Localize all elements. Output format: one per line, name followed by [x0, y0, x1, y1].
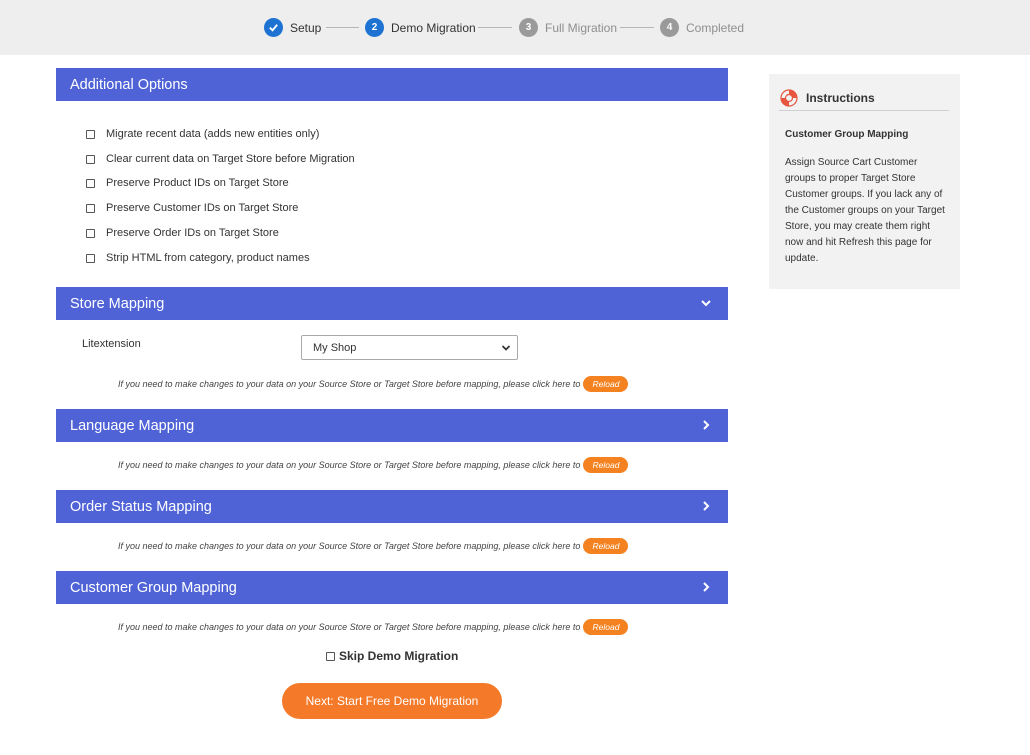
source-store-label: Litextension	[82, 338, 141, 350]
step-setup: Setup	[264, 18, 321, 37]
reload-button[interactable]: Reload	[583, 457, 629, 473]
reload-note: If you need to make changes to your data…	[118, 537, 629, 555]
reload-button[interactable]: Reload	[583, 376, 629, 392]
reload-note-text: If you need to make changes to your data…	[118, 622, 581, 632]
migration-stepper: Setup 2 Demo Migration 3 Full Migration …	[0, 0, 1030, 55]
chevron-down-icon	[501, 345, 511, 351]
select-value: My Shop	[313, 341, 357, 354]
chevron-right-icon[interactable]	[698, 417, 714, 433]
step-label: Demo Migration	[391, 20, 476, 35]
chevron-down-icon[interactable]	[698, 295, 714, 311]
reload-note-text: If you need to make changes to your data…	[118, 460, 581, 470]
step-number: 3	[519, 18, 538, 37]
option-label: Strip HTML from category, product names	[106, 252, 310, 264]
option-label: Migrate recent data (adds new entities o…	[106, 128, 320, 140]
checkbox[interactable]	[86, 154, 95, 164]
skip-demo-label: Skip Demo Migration	[339, 649, 459, 663]
option-label: Preserve Customer IDs on Target Store	[106, 202, 299, 214]
target-store-select[interactable]: My Shop	[301, 335, 518, 360]
start-demo-migration-button[interactable]: Next: Start Free Demo Migration	[282, 683, 502, 719]
option-preserve-product-ids[interactable]: Preserve Product IDs on Target Store	[86, 176, 289, 190]
customer-group-mapping-header[interactable]: Customer Group Mapping	[56, 571, 728, 604]
reload-note: If you need to make changes to your data…	[118, 618, 629, 636]
checkbox[interactable]	[326, 651, 335, 661]
checkbox[interactable]	[86, 178, 95, 188]
instructions-subtitle: Customer Group Mapping	[785, 129, 909, 140]
checkbox[interactable]	[86, 129, 95, 139]
chevron-right-icon[interactable]	[698, 579, 714, 595]
option-strip-html[interactable]: Strip HTML from category, product names	[86, 251, 310, 265]
checkbox[interactable]	[86, 228, 95, 238]
skip-demo-option[interactable]: Skip Demo Migration	[326, 649, 458, 663]
section-title: Additional Options	[70, 76, 188, 93]
lifebuoy-icon	[780, 88, 798, 107]
chevron-right-icon[interactable]	[698, 498, 714, 514]
option-migrate-recent[interactable]: Migrate recent data (adds new entities o…	[86, 127, 319, 141]
option-label: Clear current data on Target Store befor…	[106, 153, 355, 165]
step-demo-migration: 2 Demo Migration	[365, 18, 476, 37]
language-mapping-header[interactable]: Language Mapping	[56, 409, 728, 442]
instructions-title: Instructions	[806, 90, 875, 105]
option-preserve-order-ids[interactable]: Preserve Order IDs on Target Store	[86, 226, 279, 240]
option-label: Preserve Order IDs on Target Store	[106, 227, 279, 239]
section-title: Language Mapping	[70, 417, 195, 434]
reload-note-text: If you need to make changes to your data…	[118, 379, 581, 389]
step-completed: 4 Completed	[660, 18, 744, 37]
step-connector	[620, 27, 654, 28]
instructions-body: Assign Source Cart Customer groups to pr…	[785, 157, 945, 264]
step-number: 2	[365, 18, 384, 37]
store-mapping-header[interactable]: Store Mapping	[56, 287, 728, 320]
reload-note: If you need to make changes to your data…	[118, 456, 629, 474]
step-label: Completed	[686, 20, 745, 35]
checkmark-icon	[264, 18, 283, 37]
checkbox[interactable]	[86, 203, 95, 213]
section-title: Customer Group Mapping	[70, 579, 237, 596]
instructions-header: Instructions	[779, 85, 949, 111]
option-preserve-customer-ids[interactable]: Preserve Customer IDs on Target Store	[86, 201, 298, 215]
step-full-migration: 3 Full Migration	[519, 18, 617, 37]
step-connector	[326, 27, 359, 28]
section-title: Store Mapping	[70, 295, 165, 312]
step-label: Setup	[290, 20, 322, 35]
section-title: Order Status Mapping	[70, 498, 212, 515]
reload-button[interactable]: Reload	[583, 619, 629, 635]
step-connector	[478, 27, 512, 28]
option-clear-current[interactable]: Clear current data on Target Store befor…	[86, 152, 355, 166]
option-label: Preserve Product IDs on Target Store	[106, 177, 289, 189]
reload-note: If you need to make changes to your data…	[118, 375, 629, 393]
step-number: 4	[660, 18, 679, 37]
additional-options-header: Additional Options	[56, 68, 728, 101]
step-label: Full Migration	[545, 20, 618, 35]
order-status-mapping-header[interactable]: Order Status Mapping	[56, 490, 728, 523]
checkbox[interactable]	[86, 253, 95, 263]
reload-note-text: If you need to make changes to your data…	[118, 541, 581, 551]
instructions-panel: Instructions Customer Group Mapping Assi…	[769, 74, 960, 289]
reload-button[interactable]: Reload	[583, 538, 629, 554]
